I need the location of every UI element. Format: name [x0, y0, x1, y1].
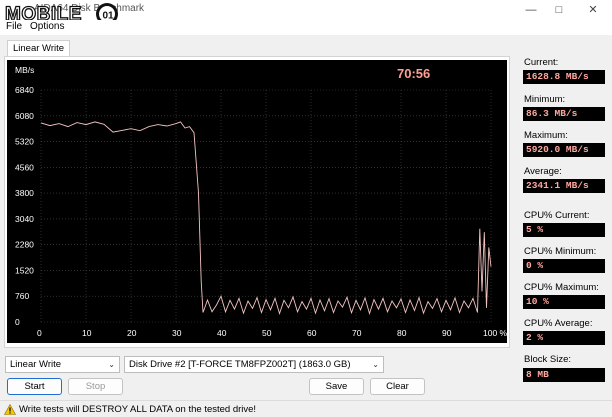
x-tick-label: 20 [127, 328, 137, 338]
block-size-value: 8 MB [523, 368, 605, 382]
x-tick-label: 90 [442, 328, 452, 338]
maximum-label: Maximum: [524, 130, 568, 141]
stop-button[interactable]: Stop [68, 378, 123, 395]
y-tick-label: 3800 [15, 188, 34, 198]
current-value: 1628.8 MB/s [523, 70, 605, 84]
y-tick-label: 0 [15, 317, 20, 327]
start-button[interactable]: Start [7, 378, 62, 395]
test-type-select[interactable]: Linear Write ⌄ [5, 356, 120, 373]
y-tick-label: 4560 [15, 162, 34, 172]
cpu-maximum-label: CPU% Maximum: [524, 282, 599, 293]
save-button[interactable]: Save [309, 378, 364, 395]
menu-bar: File Options [0, 20, 612, 35]
chevron-down-icon: ⌄ [108, 360, 115, 369]
x-tick-label: 80 [397, 328, 407, 338]
status-bar: Write tests will DESTROY ALL DATA on the… [0, 400, 612, 417]
average-value: 2341.1 MB/s [523, 179, 605, 193]
clear-button[interactable]: Clear [370, 378, 425, 395]
close-button[interactable]: ✕ [580, 2, 606, 18]
maximize-button[interactable]: □ [546, 2, 572, 18]
elapsed-timer: 70:56 [397, 66, 430, 81]
y-tick-label: 3040 [15, 214, 34, 224]
x-tick-label: 100 % [483, 328, 507, 338]
cpu-current-label: CPU% Current: [524, 210, 590, 221]
cpu-average-value: 2 % [523, 331, 605, 345]
y-tick-label: 2280 [15, 240, 34, 250]
current-label: Current: [524, 57, 559, 68]
cpu-maximum-value: 10 % [523, 295, 605, 309]
cpu-minimum-label: CPU% Minimum: [524, 246, 597, 257]
y-tick-label: 6840 [15, 85, 34, 95]
cpu-current-value: 5 % [523, 223, 605, 237]
status-warning-text: Write tests will DESTROY ALL DATA on the… [19, 404, 257, 415]
y-tick-label: 5320 [15, 137, 34, 147]
x-tick-label: 0 [37, 328, 42, 338]
minimum-value: 86.3 MB/s [523, 107, 605, 121]
minimum-label: Minimum: [524, 94, 566, 105]
y-tick-label: 1520 [15, 265, 34, 275]
warning-icon [4, 404, 16, 415]
block-size-label: Block Size: [524, 354, 571, 365]
chevron-down-icon: ⌄ [372, 360, 379, 369]
minimize-button[interactable]: — [518, 2, 544, 18]
drive-select-value: Disk Drive #2 [T-FORCE TM8FPZ002T] (1863… [129, 359, 351, 370]
y-tick-label: 6080 [15, 111, 34, 121]
x-tick-label: 70 [352, 328, 362, 338]
average-label: Average: [524, 166, 562, 177]
x-tick-label: 50 [262, 328, 272, 338]
x-tick-label: 10 [82, 328, 92, 338]
benchmark-chart: 0760152022803040380045605320608068400 10 2… [7, 60, 507, 343]
menu-options[interactable]: Options [30, 21, 64, 32]
x-tick-label: 30 [172, 328, 182, 338]
y-tick-label: 760 [15, 291, 29, 301]
title-bar: AIDA64 Disk Benchmark MOBILE 01 — □ ✕ [0, 0, 612, 26]
y-axis-unit-label: MB/s [15, 65, 34, 75]
cpu-average-label: CPU% Average: [524, 318, 593, 329]
x-tick-label: 40 [217, 328, 227, 338]
cpu-minimum-value: 0 % [523, 259, 605, 273]
test-type-select-value: Linear Write [10, 359, 62, 370]
maximum-value: 5920.0 MB/s [523, 143, 605, 157]
drive-select[interactable]: Disk Drive #2 [T-FORCE TM8FPZ002T] (1863… [124, 356, 384, 373]
x-tick-label: 60 [307, 328, 317, 338]
tab-linear-write[interactable]: Linear Write [7, 40, 71, 56]
menu-file[interactable]: File [6, 21, 22, 32]
